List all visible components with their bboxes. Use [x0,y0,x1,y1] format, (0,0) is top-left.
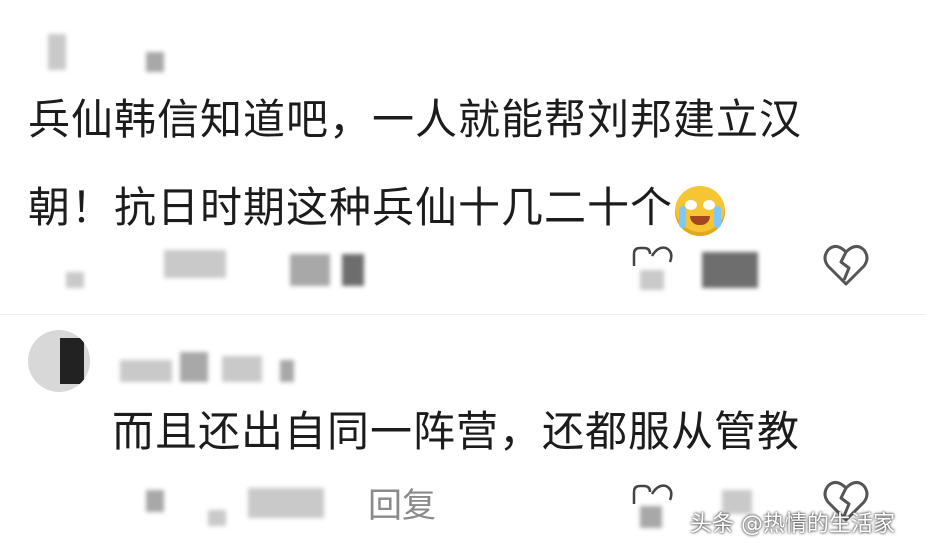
broken-heart-icon[interactable] [822,242,870,288]
blurred-meta-1e [702,252,758,288]
blurred-meta-1c [290,254,330,286]
comment-1-line2-text: 朝！抗日时期这种兵仙十几二十个 [28,183,674,232]
comment-2-text: 而且还出自同一阵营，还都服从管教 [112,407,801,456]
blurred-username-1b [146,52,164,72]
comment-1-line2: 朝！抗日时期这种兵仙十几二十个 [28,164,888,252]
blurred-like-count-1 [640,270,664,290]
blurred-meta-2a [146,490,164,512]
crying-laughing-emoji-icon [675,185,726,236]
comment-1-line1: 兵仙韩信知道吧，一人就能帮刘邦建立汉 [28,95,803,144]
watermark: 头条 @热情的生活家 [690,512,895,537]
blurred-meta-2c [248,488,324,518]
blurred-username-2a [120,360,172,382]
blurred-username-2d [280,360,294,382]
blurred-username-2b [180,352,208,382]
avatar[interactable] [28,330,90,392]
reply-button[interactable]: 回复 [368,478,436,527]
blurred-meta-1d [342,254,364,286]
blurred-meta-1a [66,272,84,288]
blurred-meta-1b [164,250,226,278]
blurred-like-count-2 [640,506,662,528]
blurred-username-1 [48,34,66,70]
blurred-username-2c [222,356,262,382]
comment-1-text: 兵仙韩信知道吧，一人就能帮刘邦建立汉 朝！抗日时期这种兵仙十几二十个 [28,76,888,252]
comment-divider [0,314,925,315]
blurred-meta-2b [208,510,226,526]
